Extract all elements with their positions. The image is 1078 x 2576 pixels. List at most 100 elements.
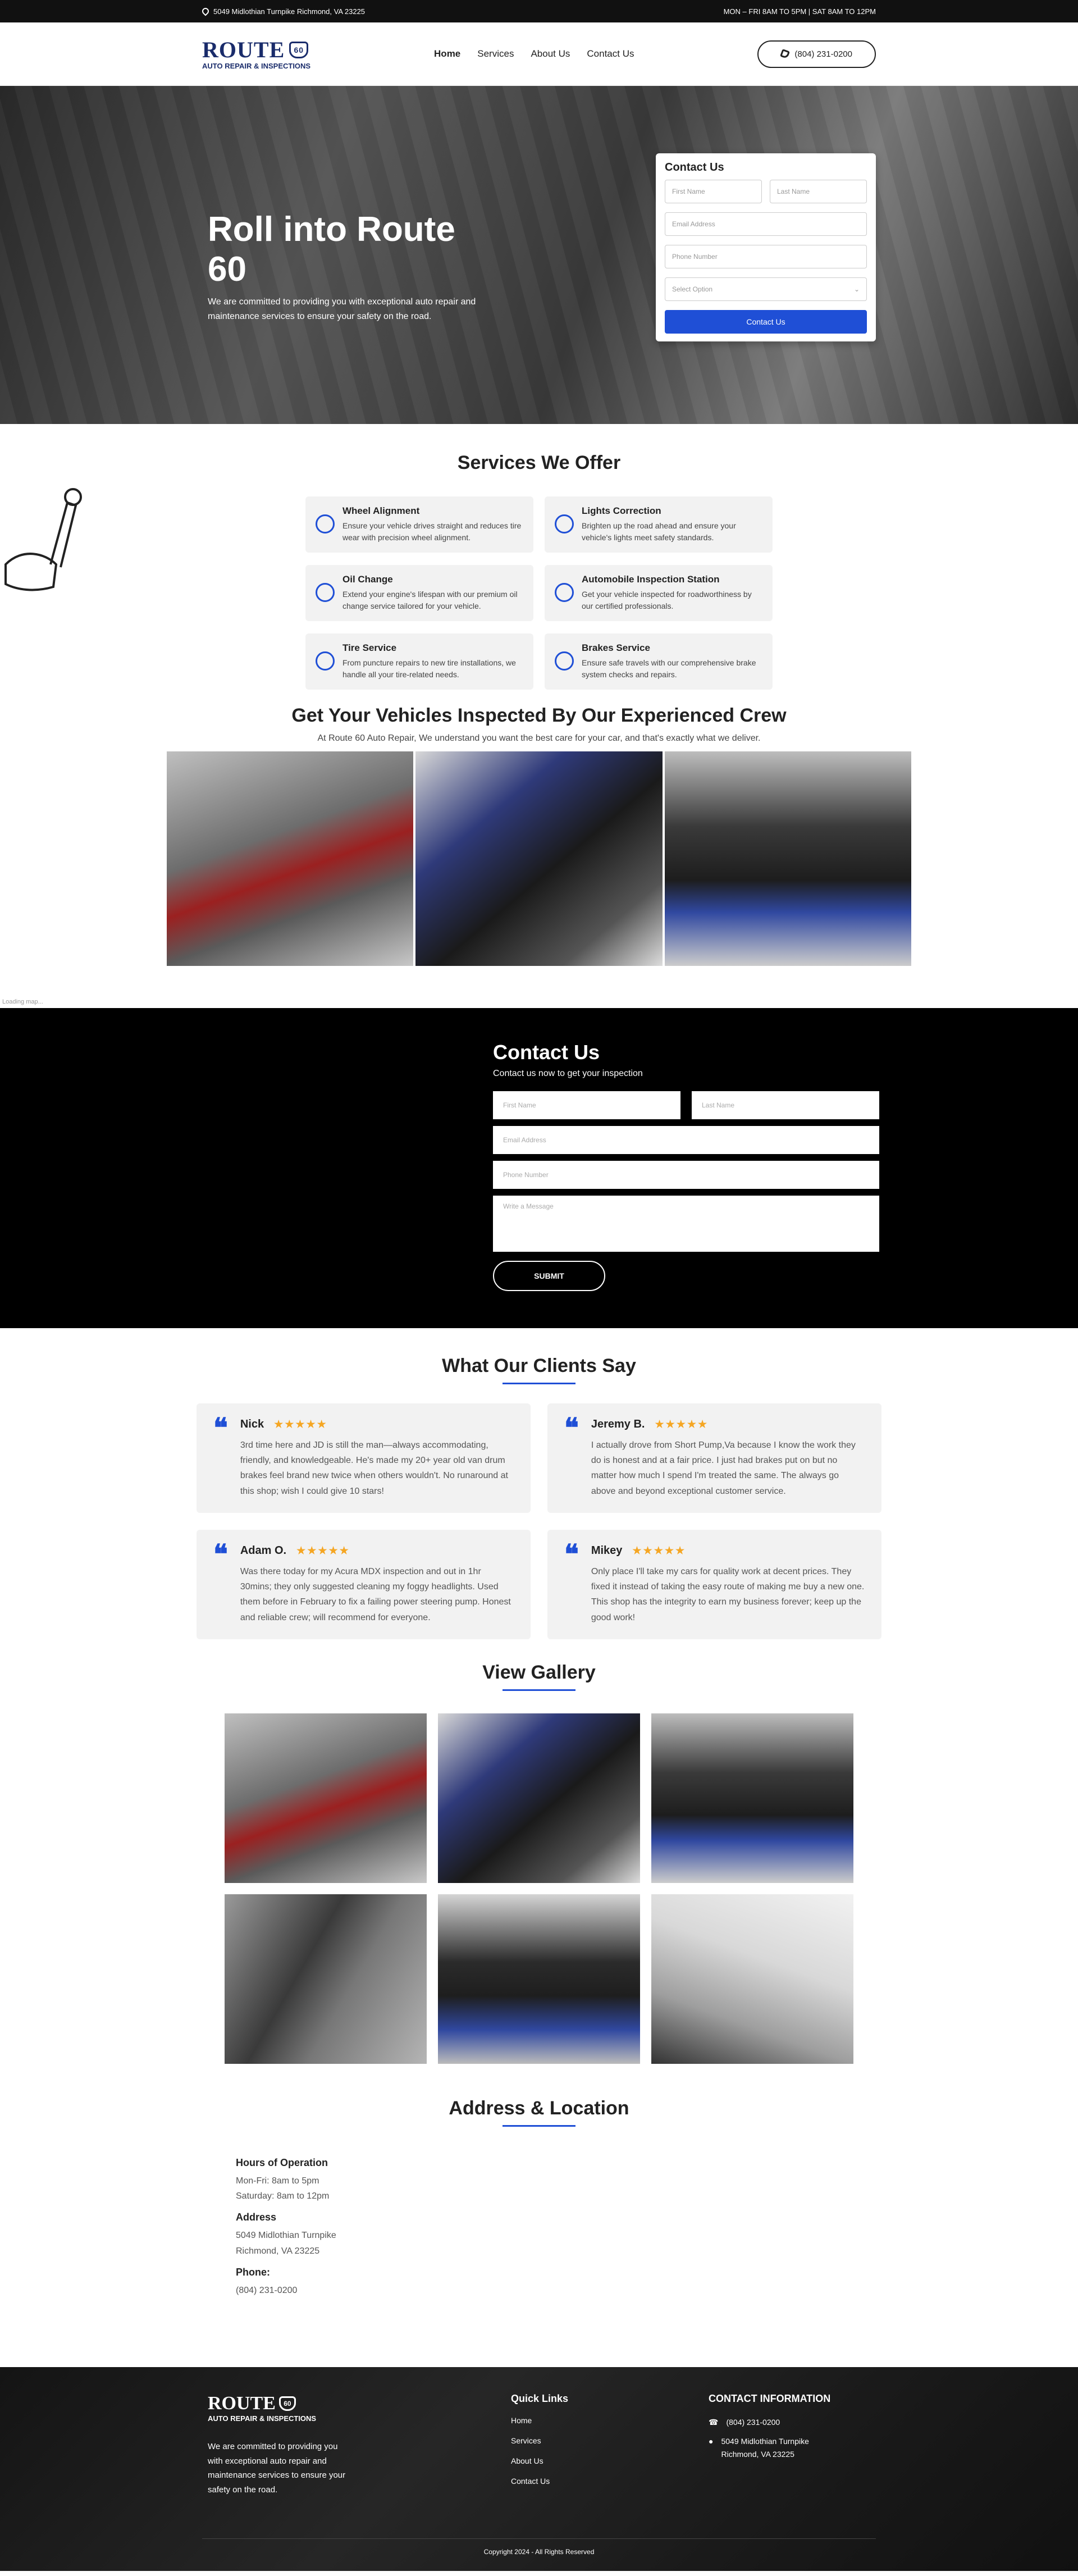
- hero-form-title: Contact Us: [665, 161, 724, 174]
- tire-icon: [316, 651, 335, 671]
- reviewer-name: Nick: [240, 1418, 264, 1430]
- inspection-title: Get Your Vehicles Inspected By Our Exper…: [291, 705, 787, 726]
- quote-icon: ❝: [564, 1540, 579, 1570]
- logo-tagline: AUTO REPAIR & INSPECTIONS: [202, 61, 311, 70]
- site-logo[interactable]: ROUTE 60 AUTO REPAIR & INSPECTIONS: [202, 38, 311, 70]
- hero-section: Roll into Route 60 We are committed to p…: [0, 86, 1078, 424]
- gallery-image[interactable]: [651, 1894, 853, 2064]
- address-section: Address & Location Hours of Operation Mo…: [0, 2064, 1078, 2367]
- service-card[interactable]: Automobile Inspection Station Get your ve…: [545, 565, 773, 621]
- service-title: Lights Correction: [582, 505, 661, 516]
- gallery-image[interactable]: [225, 1713, 427, 1883]
- review-text: Only place I'll take my cars for quality…: [591, 1567, 865, 1622]
- testimonial-card: ❝ Mikey ★★★★★ Only place I'll take my cars …: [547, 1530, 881, 1639]
- testimonial-card: ❝ Adam O. ★★★★★ Was there today for my Acur…: [197, 1530, 531, 1639]
- light-bulb-icon: [555, 514, 574, 534]
- service-title: Tire Service: [342, 642, 397, 653]
- contact-title: Contact Us: [493, 1041, 600, 1064]
- address-title: Address & Location: [449, 2098, 629, 2119]
- quick-links-heading: Quick Links: [511, 2393, 569, 2404]
- route-shield-icon: 60: [289, 41, 309, 58]
- inspection-photo: [664, 751, 911, 966]
- top-hours: MON – FRI 8AM TO 5PM | SAT 8AM TO 12PM: [723, 7, 876, 16]
- hours-saturday: Saturday: 8am to 12pm: [236, 2191, 330, 2201]
- main-nav: Home Services About Us Contact Us: [434, 48, 634, 60]
- gear-icon: [555, 583, 574, 602]
- service-text: Brighten up the road ahead and ensure yo…: [582, 521, 736, 542]
- gallery-image[interactable]: [225, 1894, 427, 2064]
- service-text: Ensure safe travels with our comprehensi…: [582, 658, 756, 679]
- header-phone-button[interactable]: (804) 231-0200: [757, 40, 876, 68]
- hero-title: Roll into Route 60: [208, 210, 455, 289]
- hero-last-name-input[interactable]: Last Name: [770, 180, 867, 203]
- hero-email-input[interactable]: Email Address: [665, 212, 867, 236]
- review-text: I actually drove from Short Pump,Va beca…: [591, 1440, 856, 1496]
- reviewer-name: Mikey: [591, 1544, 623, 1557]
- service-text: Extend your engine's lifespan with our p…: [342, 590, 518, 610]
- nav-contact[interactable]: Contact Us: [587, 48, 634, 60]
- title-underline: [503, 2125, 575, 2127]
- footer-link-contact[interactable]: Contact Us: [511, 2477, 709, 2486]
- service-title: Automobile Inspection Station: [582, 574, 720, 585]
- inspection-photo: [415, 751, 663, 966]
- testimonials-section: What Our Clients Say ❝ Nick ★★★★★ 3rd time …: [0, 1328, 1078, 1639]
- nav-about[interactable]: About Us: [531, 48, 570, 60]
- inspection-text: At Route 60 Auto Repair, We understand y…: [317, 733, 761, 743]
- phone-input[interactable]: Phone Number: [493, 1161, 879, 1189]
- top-bar: 5049 Midlothian Turnpike Richmond, VA 23…: [0, 0, 1078, 22]
- title-underline: [503, 1383, 575, 1384]
- message-textarea[interactable]: Write a Message: [493, 1196, 879, 1252]
- last-name-input[interactable]: Last Name: [692, 1091, 879, 1119]
- title-underline: [503, 1689, 575, 1691]
- address-phone[interactable]: (804) 231-0200: [236, 2283, 859, 2298]
- nav-services[interactable]: Services: [477, 48, 514, 60]
- hero-select-option[interactable]: Select Option ⌄: [665, 277, 867, 301]
- chevron-down-icon: ⌄: [853, 285, 860, 293]
- footer-phone[interactable]: (804) 231-0200: [726, 2416, 780, 2428]
- testimonial-card: ❝ Nick ★★★★★ 3rd time here and JD is still …: [197, 1403, 531, 1513]
- footer-logo-text: ROUTE: [208, 2393, 276, 2414]
- contact-section: Contact Us Contact us now to get your in…: [0, 1008, 1078, 1328]
- hours-weekday: Mon-Fri: 8am to 5pm: [236, 2176, 319, 2186]
- wrench-hand-icon: [4, 488, 82, 591]
- star-rating: ★★★★★: [632, 1545, 687, 1556]
- review-text: 3rd time here and JD is still the man—al…: [240, 1440, 508, 1496]
- service-card[interactable]: Oil Change Extend your engine's lifespan …: [305, 565, 533, 621]
- gallery-image[interactable]: [438, 1894, 640, 2064]
- phone-icon: [780, 49, 791, 59]
- service-title: Brakes Service: [582, 642, 650, 653]
- nav-home[interactable]: Home: [434, 48, 460, 60]
- service-card[interactable]: Wheel Alignment Ensure your vehicle drive…: [305, 496, 533, 553]
- service-card[interactable]: Brakes Service Ensure safe travels with o…: [545, 633, 773, 690]
- gallery-image[interactable]: [651, 1713, 853, 1883]
- quote-icon: ❝: [564, 1414, 579, 1443]
- service-text: Get your vehicle inspected for roadworth…: [582, 590, 752, 610]
- site-header: ROUTE 60 AUTO REPAIR & INSPECTIONS Home S…: [0, 22, 1078, 86]
- hero-submit-button[interactable]: Contact Us: [665, 310, 867, 334]
- service-card[interactable]: Tire Service From puncture repairs to new…: [305, 633, 533, 690]
- footer-address-line1: 5049 Midlothian Turnpike: [721, 2437, 809, 2446]
- services-title: Services We Offer: [457, 452, 621, 473]
- quote-icon: ❝: [213, 1540, 228, 1570]
- hero-phone-input[interactable]: Phone Number: [665, 245, 867, 268]
- first-name-input[interactable]: First Name: [493, 1091, 680, 1119]
- service-card[interactable]: Lights Correction Brighten up the road ah…: [545, 496, 773, 553]
- footer-link-about[interactable]: About Us: [511, 2456, 709, 2465]
- review-text: Was there today for my Acura MDX inspect…: [240, 1567, 511, 1622]
- star-rating: ★★★★★: [274, 1419, 328, 1430]
- footer-link-home[interactable]: Home: [511, 2416, 709, 2425]
- hours-heading: Hours of Operation: [236, 2157, 328, 2168]
- reviewer-name: Adam O.: [240, 1544, 287, 1557]
- hero-contact-form: Contact Us First Name Last Name Email Add…: [656, 153, 876, 341]
- gallery-image[interactable]: [438, 1713, 640, 1883]
- service-text: Ensure your vehicle drives straight and …: [342, 521, 522, 542]
- email-input[interactable]: Email Address: [493, 1126, 879, 1154]
- phone-heading: Phone:: [236, 2266, 270, 2278]
- star-rating: ★★★★★: [655, 1419, 709, 1430]
- submit-button[interactable]: SUBMIT: [493, 1261, 605, 1291]
- hero-first-name-input[interactable]: First Name: [665, 180, 762, 203]
- inspection-photo: [167, 751, 414, 966]
- oil-can-icon: [316, 583, 335, 602]
- contact-subtitle: Contact us now to get your inspection: [493, 1069, 643, 1078]
- footer-link-services[interactable]: Services: [511, 2436, 709, 2445]
